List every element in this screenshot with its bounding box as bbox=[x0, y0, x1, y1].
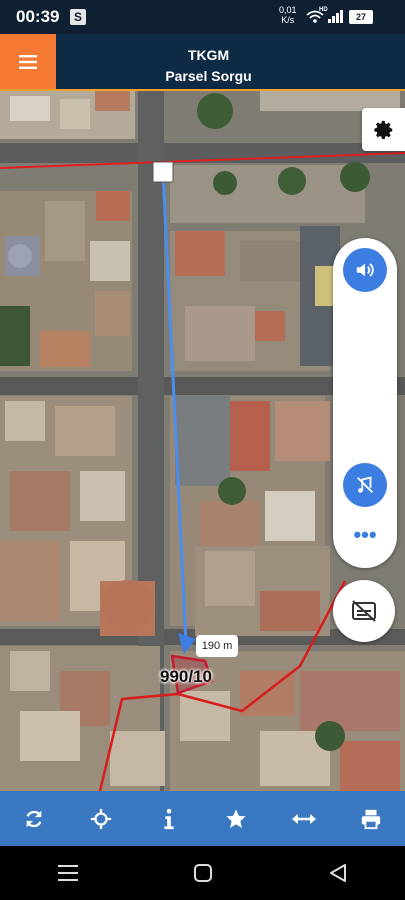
locate-button[interactable] bbox=[81, 799, 121, 839]
muted-note-icon bbox=[357, 476, 373, 493]
info-icon bbox=[164, 808, 174, 829]
status-bar bbox=[0, 0, 405, 34]
back-icon bbox=[329, 864, 346, 882]
menu-button[interactable] bbox=[0, 34, 56, 89]
captions-off-icon bbox=[352, 600, 376, 622]
settings-button[interactable] bbox=[362, 108, 405, 151]
back-button[interactable] bbox=[313, 853, 363, 893]
speaker-icon bbox=[356, 263, 374, 277]
mute-guidance-button[interactable] bbox=[343, 463, 387, 507]
hamburger-icon bbox=[19, 54, 37, 69]
home-button[interactable] bbox=[178, 853, 228, 893]
bottom-toolbar bbox=[0, 791, 405, 846]
battery-indicator: 27 bbox=[349, 10, 373, 24]
captions-off-button[interactable] bbox=[333, 580, 395, 642]
print-button[interactable] bbox=[351, 799, 391, 839]
refresh-button[interactable] bbox=[14, 799, 54, 839]
home-icon bbox=[193, 864, 212, 882]
info-button[interactable] bbox=[149, 799, 189, 839]
more-options-button[interactable]: ••• bbox=[350, 524, 380, 546]
sound-button[interactable] bbox=[343, 248, 387, 292]
recent-apps-icon bbox=[57, 865, 78, 881]
distance-label: 190 m bbox=[196, 635, 238, 657]
gear-icon bbox=[373, 120, 392, 139]
refresh-icon bbox=[26, 810, 42, 827]
network-type: HD bbox=[319, 7, 328, 13]
network-speed: 0,01 K/s bbox=[279, 5, 297, 25]
parcel-label: 990/10 bbox=[160, 667, 212, 686]
system-navigation-bar bbox=[0, 846, 405, 900]
crosshair-icon bbox=[91, 808, 112, 829]
measure-button[interactable] bbox=[284, 799, 324, 839]
recent-apps-button[interactable] bbox=[43, 853, 93, 893]
app-title: TKGM bbox=[187, 47, 230, 63]
star-icon bbox=[226, 808, 246, 828]
network-speed-unit: K/s bbox=[281, 15, 295, 25]
notification-badge: S bbox=[70, 9, 86, 25]
print-icon bbox=[362, 809, 381, 829]
measure-icon bbox=[291, 813, 316, 824]
signal-icon bbox=[328, 10, 344, 28]
network-speed-value: 0,01 bbox=[279, 5, 297, 15]
status-time: 00:39 bbox=[16, 7, 60, 26]
app-subtitle: Parsel Sorgu bbox=[165, 68, 252, 84]
favorites-button[interactable] bbox=[216, 799, 256, 839]
